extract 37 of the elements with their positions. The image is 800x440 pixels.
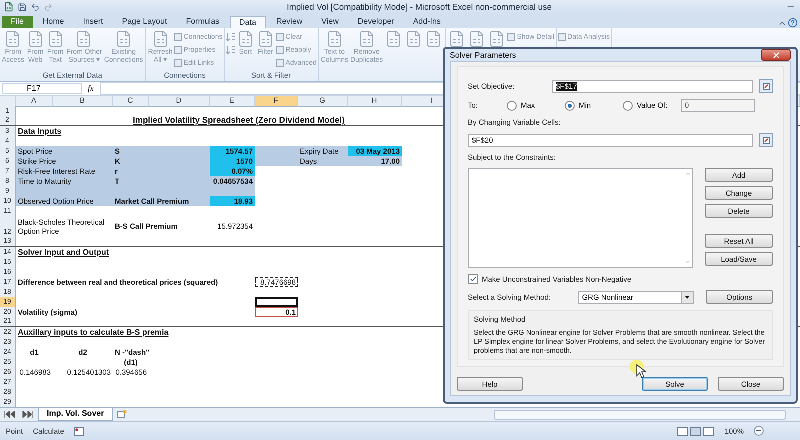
horizontal-scrollbar[interactable] [494,410,786,420]
checkbox[interactable] [468,274,478,284]
ribbon-tab[interactable]: Insert [74,16,112,28]
macro-record-icon[interactable] [74,426,84,436]
ribbon-tab[interactable]: Developer [348,16,404,28]
ribbon-tab[interactable]: Page Layout [113,16,176,28]
table-cell-text: Auxillary inputs to calculate B-S premia [17,327,170,337]
caret-icon[interactable] [778,19,787,28]
view-icon[interactable] [676,426,715,436]
table-cell-text: Implied Volatility Spreadsheet (Zero Dividend Model) [132,116,346,125]
sheet-nav-icon[interactable] [4,411,34,418]
ribbon-tab[interactable]: Review [267,16,312,28]
ribbon-tab[interactable]: Home [34,16,74,28]
ribbon-tab[interactable]: Formulas [177,16,229,28]
name-box[interactable]: F17 [2,83,82,94]
sheet-tab[interactable]: Imp. Vol. Sover [38,408,114,421]
dropdown-caret-icon[interactable] [685,296,690,298]
check-icon [470,276,476,282]
zoom-out-icon[interactable] [754,426,764,436]
save-icon[interactable] [18,2,27,12]
undo-icon[interactable] [31,2,40,12]
insert-sheet-icon[interactable] [117,410,128,419]
ribbon-tab[interactable]: Data [230,16,266,28]
ribbon-tab[interactable]: View [312,16,348,28]
close-icon [772,50,780,60]
range-picker-icon[interactable] [759,133,773,147]
table-cell-text: Data Inputs [17,126,63,136]
function-label[interactable]: fx [88,84,94,93]
range-picker-icon[interactable] [759,79,773,93]
ribbon-tab[interactable]: File [2,16,33,28]
dialog-title: Solver Parameters [450,50,516,60]
app-icon [4,2,14,12]
window-title: Implied Vol [Compatibility Mode] - Microsoft Excel non-commercial use [286,2,553,12]
ribbon-tab[interactable]: Add-Ins [404,16,450,28]
help-icon[interactable] [788,18,798,28]
table-cell-text: Solver Input and Output [17,247,110,257]
close-button[interactable] [761,49,791,61]
